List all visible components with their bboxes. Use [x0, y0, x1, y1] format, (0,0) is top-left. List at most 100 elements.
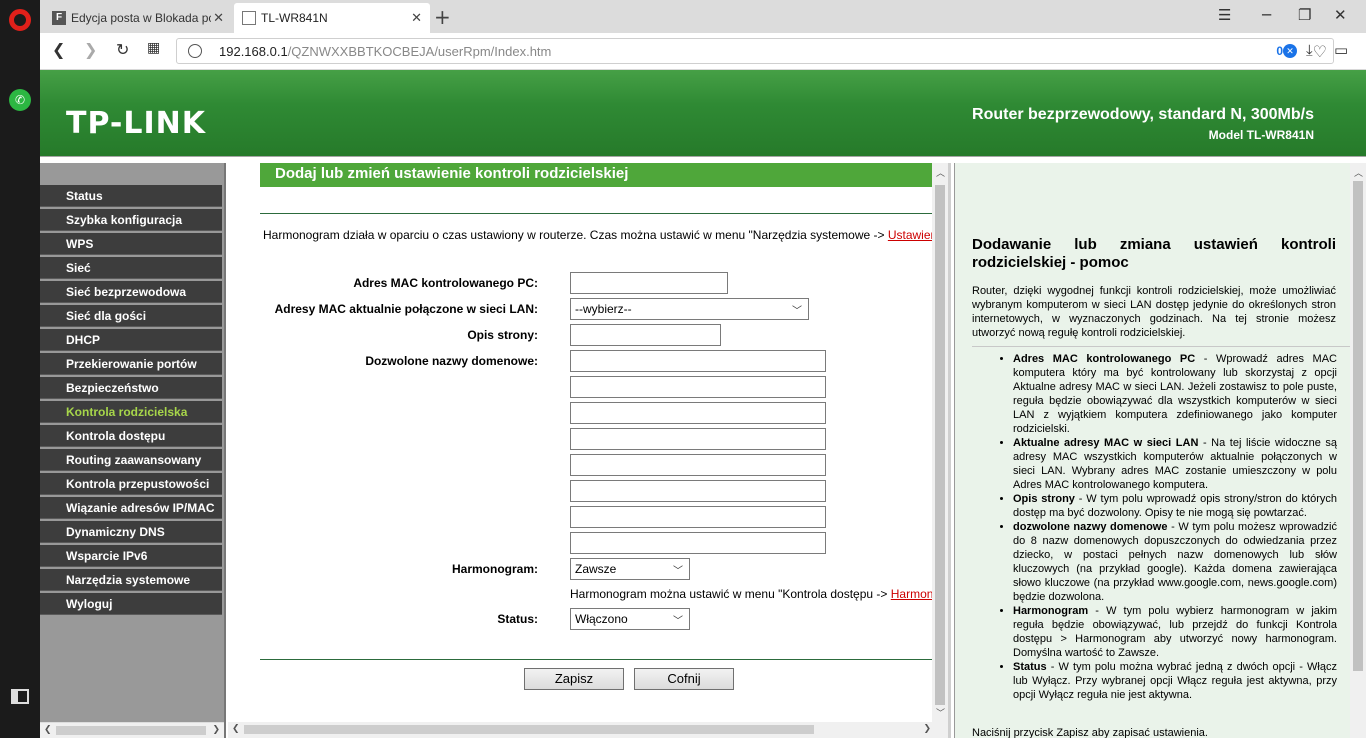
adblock-icon[interactable]: ✕ — [1283, 44, 1297, 58]
sidebar-panel-icon[interactable] — [11, 689, 29, 704]
menu-item[interactable]: Narzędzia systemowe — [40, 569, 222, 591]
menu-item[interactable]: Routing zaawansowany — [40, 449, 222, 471]
scroll-down-icon[interactable]: ﹀ — [936, 706, 945, 719]
tabs-grid-icon[interactable]: ▦ — [147, 40, 160, 56]
allowed-domain-input[interactable] — [570, 506, 826, 528]
main-frame: Dodaj lub zmień ustawienie kontroli rodz… — [228, 163, 951, 738]
help-list-item: Harmonogram - W tym polu wybierz harmono… — [1013, 604, 1337, 660]
router-model: Model TL-WR841N — [1208, 128, 1314, 142]
heart-icon[interactable]: ♡ — [1313, 42, 1327, 61]
scrollbar-thumb[interactable] — [56, 726, 206, 735]
reload-icon[interactable]: ↻ — [116, 40, 129, 59]
schedule-label: Harmonogram: — [451, 562, 538, 576]
side-menu: Status Szybka konfiguracja WPS Sieć Sieć bez… — [40, 163, 226, 738]
cancel-button[interactable]: Cofnij — [634, 668, 734, 690]
scrollbar-thumb[interactable] — [935, 185, 945, 705]
help-list-item: Adres MAC kontrolowanego PC - Wprowadź a… — [1013, 352, 1337, 436]
tab-blokada[interactable]: F Edycja posta w Blokada pc ✕ — [44, 3, 232, 33]
menu-item[interactable]: Status — [40, 185, 222, 207]
allowed-domain-input[interactable] — [570, 376, 826, 398]
favicon-icon: F — [52, 11, 66, 25]
help-vertical-scrollbar[interactable]: ︿ — [1350, 163, 1366, 738]
schedule-select[interactable]: Zawsze ﹀ — [570, 558, 690, 580]
allowed-domain-input[interactable] — [570, 428, 826, 450]
menu-item[interactable]: Sieć dla gości — [40, 305, 222, 327]
scroll-up-icon[interactable]: ︿ — [1354, 166, 1363, 179]
router-header: TP-LINK Router bezprzewodowy, standard N… — [40, 70, 1366, 156]
allowed-domain-input[interactable] — [570, 402, 826, 424]
help-list-item: Opis strony - W tym polu wprowadź opis s… — [1013, 492, 1337, 520]
menu-horizontal-scrollbar[interactable]: ❮ ❯ — [40, 722, 224, 738]
allowed-domain-input[interactable] — [570, 454, 826, 476]
main-horizontal-scrollbar[interactable]: ❮ ❯ — [228, 722, 948, 738]
status-label: Status: — [497, 612, 538, 626]
lan-mac-select[interactable]: --wybierz-- ﹀ — [570, 298, 809, 320]
menu-item[interactable]: Bezpieczeństwo — [40, 377, 222, 399]
tab-bar: F Edycja posta w Blokada pc ✕ TL-WR841N … — [40, 0, 1366, 33]
allowed-domain-input[interactable] — [570, 480, 826, 502]
status-select[interactable]: Włączono ﹀ — [570, 608, 690, 630]
maximize-icon[interactable]: ❐ — [1298, 6, 1311, 24]
opera-logo-icon[interactable] — [9, 9, 31, 31]
battery-icon[interactable]: ▭ — [1334, 41, 1348, 59]
scroll-right-icon[interactable]: ❯ — [923, 724, 931, 734]
main-vertical-scrollbar[interactable]: ︿ ﹀ — [932, 163, 948, 722]
allowed-domain-input[interactable] — [570, 350, 826, 372]
download-icon[interactable]: ⤓ — [1306, 41, 1313, 59]
scroll-up-icon[interactable]: ︿ — [936, 166, 945, 179]
site-description-input[interactable] — [570, 324, 721, 346]
save-button[interactable]: Zapisz — [524, 668, 624, 690]
close-tab-icon[interactable]: ✕ — [411, 11, 422, 26]
info-text-body: Harmonogram działa w oparciu o czas usta… — [263, 228, 888, 242]
menu-item[interactable]: Dynamiczny DNS — [40, 521, 222, 543]
help-description: - W tym polu możesz wprowadzić do 8 nazw… — [1013, 521, 1337, 603]
minimize-icon[interactable]: ─ — [1262, 6, 1271, 24]
header-divider — [40, 156, 1366, 163]
whatsapp-icon[interactable]: ✆ — [9, 89, 31, 111]
menu-item[interactable]: Wiązanie adresów IP/MAC — [40, 497, 222, 519]
help-term: Harmonogram — [1013, 605, 1089, 617]
scroll-left-icon[interactable]: ❮ — [44, 725, 52, 735]
menu-item[interactable]: Kontrola dostępu — [40, 425, 222, 447]
back-icon[interactable]: ❮ — [52, 40, 65, 59]
lan-mac-select-value: --wybierz-- — [575, 302, 632, 316]
menu-item[interactable]: Wyloguj — [40, 593, 222, 615]
menu-item[interactable]: Szybka konfiguracja — [40, 209, 222, 231]
schedule-select-value: Zawsze — [575, 562, 617, 576]
help-outro: Naciśnij przycisk Zapisz aby zapisać ust… — [972, 727, 1208, 738]
help-intro: Router, dzięki wygodnej funkcji kontroli… — [972, 285, 1336, 339]
menu-item[interactable]: Sieć bezprzewodowa — [40, 281, 222, 303]
menu-item[interactable]: WPS — [40, 233, 222, 255]
close-tab-icon[interactable]: ✕ — [213, 11, 224, 26]
menu-item[interactable]: Wsparcie IPv6 — [40, 545, 222, 567]
menu-item[interactable]: Przekierowanie portów — [40, 353, 222, 375]
help-list-item: dozwolone nazwy domenowe - W tym polu mo… — [1013, 520, 1337, 604]
new-tab-icon[interactable]: + — [434, 5, 451, 29]
allowed-domain-input[interactable] — [570, 532, 826, 554]
menu-item[interactable]: Kontrola rodzicielska — [40, 401, 222, 423]
adblock-count: 0 — [1276, 44, 1283, 58]
tab-tl-wr841n[interactable]: TL-WR841N ✕ — [234, 3, 430, 33]
url-input[interactable]: 192.168.0.1/QZNWXXBBTKOCBEJA/userRpm/Ind… — [176, 38, 1334, 64]
menu-item[interactable]: Sieć — [40, 257, 222, 279]
chevron-down-icon: ﹀ — [792, 306, 802, 317]
mac-address-input[interactable] — [570, 272, 728, 294]
tab-menu-icon[interactable]: ☰ — [1218, 6, 1231, 24]
help-description: - W tym polu można wybrać jedną z dwóch … — [1013, 661, 1337, 701]
help-description: - Wprowadź adres MAC komputera który ma … — [1013, 353, 1337, 435]
help-term: Adres MAC kontrolowanego PC — [1013, 353, 1196, 365]
url-path: /QZNWXXBBTKOCBEJA/userRpm/Index.htm — [287, 44, 552, 59]
tab-title: TL-WR841N — [261, 11, 328, 25]
scrollbar-thumb[interactable] — [244, 725, 814, 734]
menu-item[interactable]: Kontrola przepustowości — [40, 473, 222, 495]
opera-sidebar: ✆ — [0, 0, 40, 738]
scroll-right-icon[interactable]: ❯ — [212, 725, 220, 735]
forward-icon[interactable]: ❯ — [84, 40, 97, 59]
scroll-left-icon[interactable]: ❮ — [232, 724, 240, 734]
scrollbar-thumb[interactable] — [1353, 181, 1363, 671]
chevron-down-icon: ﹀ — [673, 566, 683, 577]
close-icon[interactable]: ✕ — [1334, 6, 1347, 24]
help-term: dozwolone nazwy domenowe — [1013, 521, 1168, 533]
menu-item[interactable]: DHCP — [40, 329, 222, 351]
url-text: 192.168.0.1/QZNWXXBBTKOCBEJA/userRpm/Ind… — [219, 44, 551, 59]
